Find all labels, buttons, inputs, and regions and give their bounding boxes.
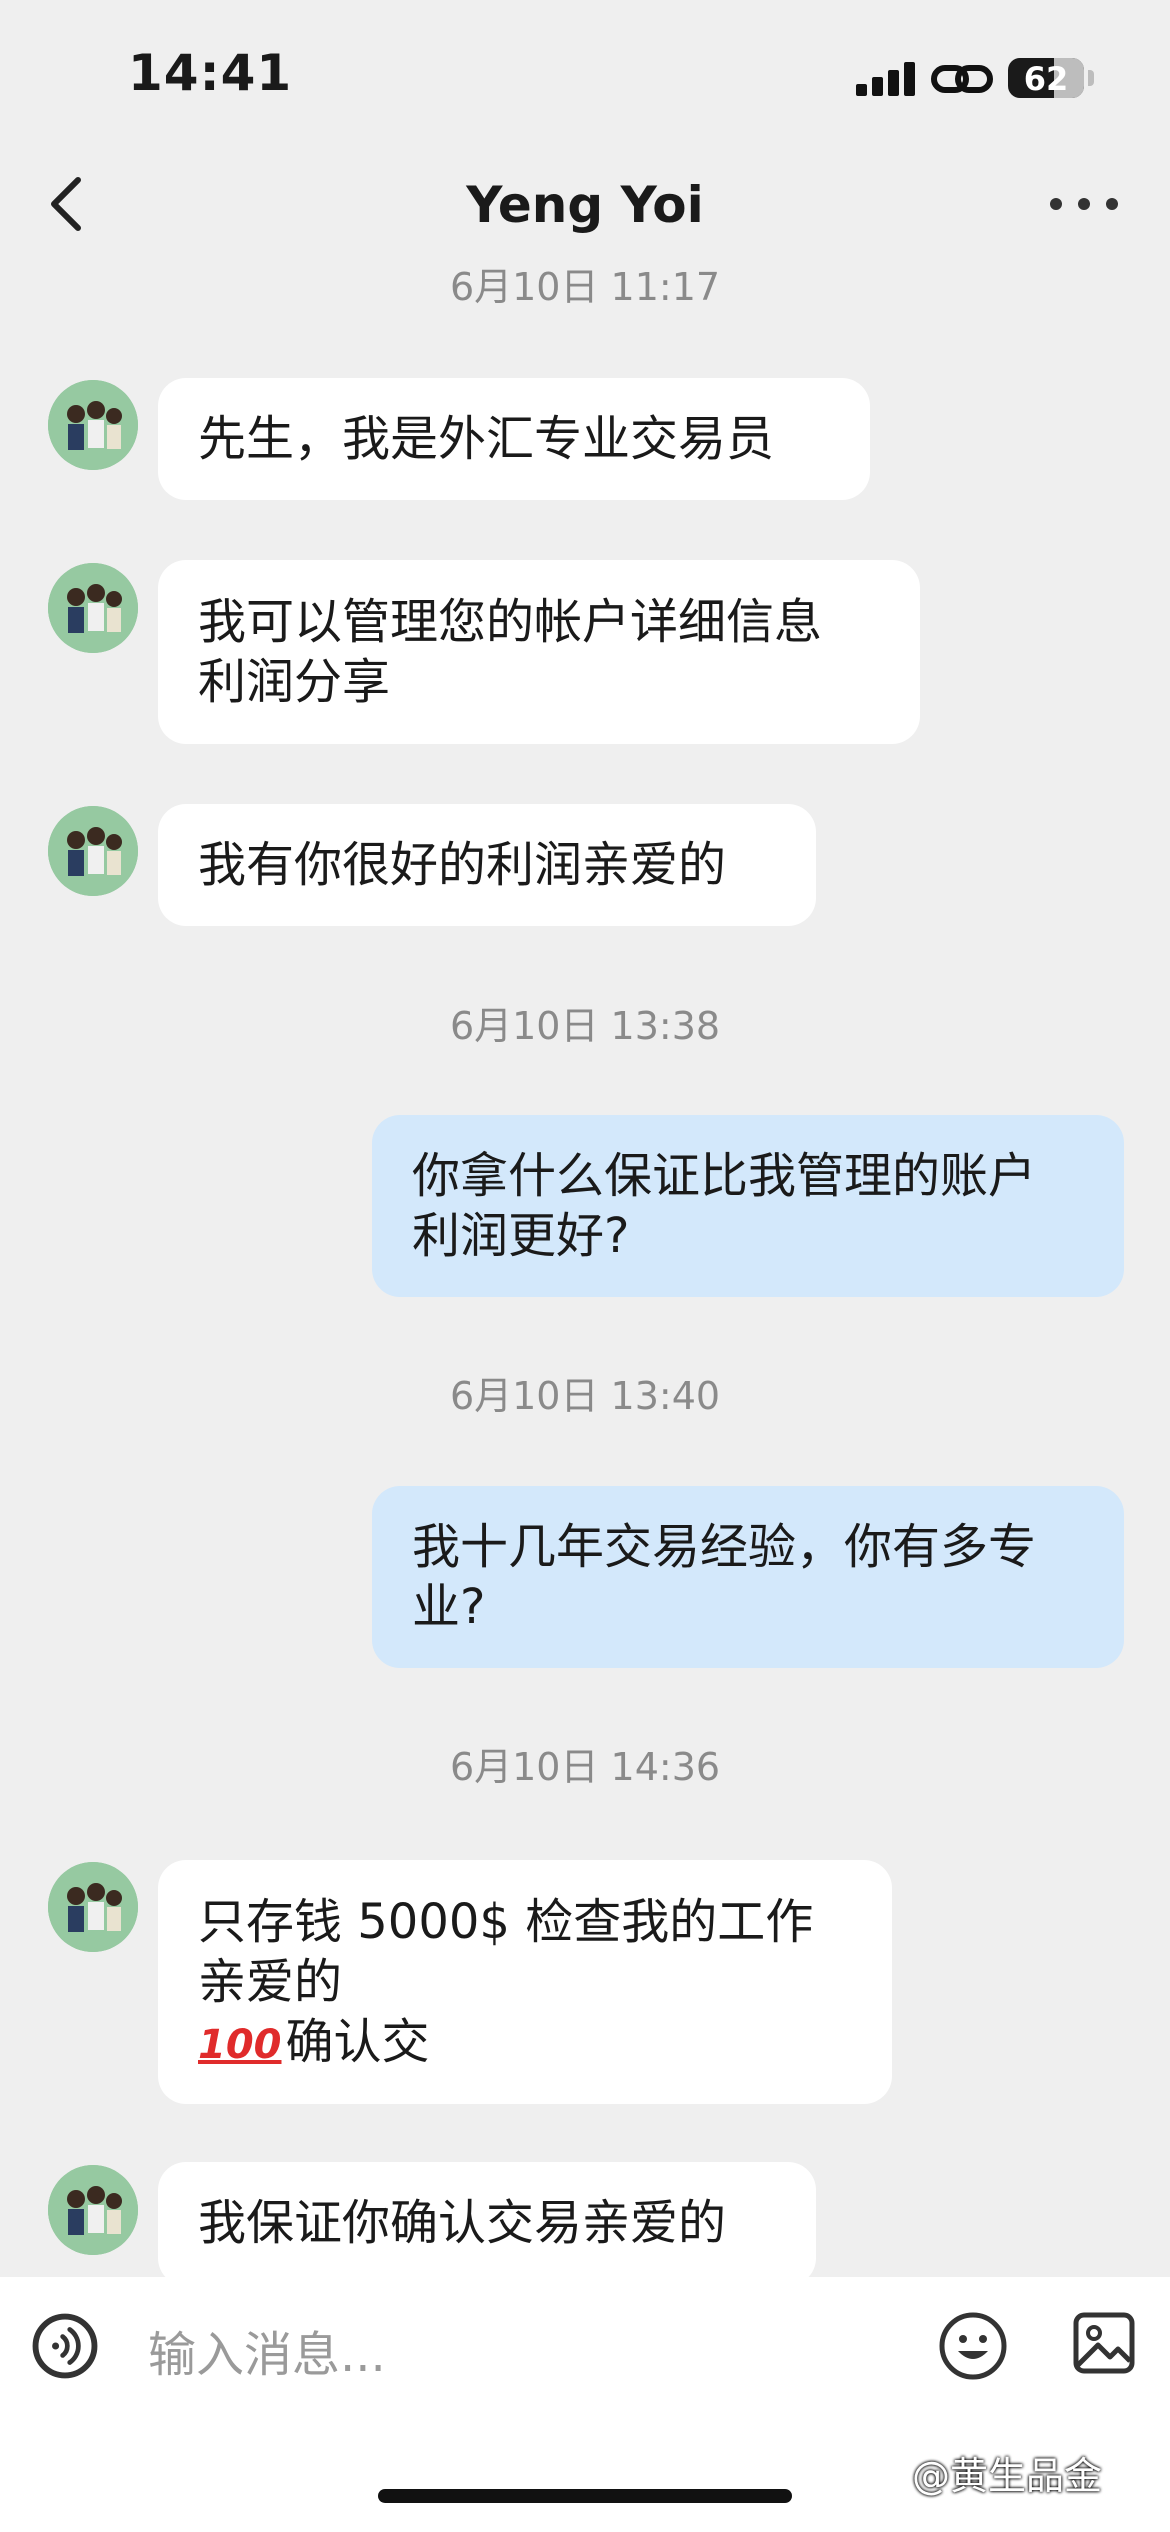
timestamp: 6月10日 14:36 [449,1745,721,1789]
more-icon[interactable] [1050,184,1120,224]
message-text: 我有你很好的利润亲爱的 [198,837,727,893]
voice-icon[interactable] [32,2313,98,2379]
message-bubble-received[interactable]: 先生，我是外汇专业交易员 [158,378,870,500]
avatar[interactable] [48,563,138,653]
link-icon [931,65,993,93]
avatar[interactable] [48,380,138,470]
message-text: 利润分享 [198,654,391,710]
status-bar: 14:41 62 [0,0,1170,150]
signal-icon [856,62,918,96]
image-icon[interactable] [1072,2311,1136,2375]
message-bubble-received[interactable]: 我保证你确认交易亲爱的 [158,2162,816,2277]
message-text: 业? [412,1579,486,1635]
message-text: 确认交 [285,2014,430,2070]
message-bubble-received[interactable]: 只存钱 5000$ 检查我的工作 亲爱的 100确认交 [158,1860,892,2104]
message-text: 只存钱 5000$ 检查我的工作 [198,1894,814,1950]
message-text: 你拿什么保证比我管理的账户 [412,1148,1037,1204]
battery-cap [1088,70,1094,86]
input-bar: 输入消息... @黄生品金 [0,2277,1170,2532]
battery-level: 62 [1023,60,1069,98]
timestamp: 6月10日 11:17 [449,265,721,309]
timestamp: 6月10日 13:40 [449,1374,721,1418]
message-text: 利润更好? [412,1208,630,1264]
message-text: 我保证你确认交易亲爱的 [198,2195,727,2251]
nav-bar: Yeng Yoi [0,150,1170,260]
message-list[interactable]: 6月10日 11:17 先生，我是外汇专业交易员 我可以管理您的帐户详细信息 利… [0,260,1170,2277]
message-bubble-sent[interactable]: 我十几年交易经验，你有多专 业? [372,1486,1124,1668]
message-text: 亲爱的 [198,1954,343,2010]
message-bubble-received[interactable]: 我可以管理您的帐户详细信息 利润分享 [158,560,920,744]
message-input[interactable]: 输入消息... [148,2315,386,2385]
emoji-icon[interactable] [938,2311,1008,2381]
timestamp: 6月10日 13:38 [449,1004,721,1048]
message-text: 我可以管理您的帐户详细信息 [198,594,823,650]
battery-icon: 62 [1008,58,1084,98]
avatar[interactable] [48,2165,138,2255]
message-text: 先生，我是外汇专业交易员 [198,411,775,467]
hundred-points-icon: 100 [198,2022,282,2068]
watermark: @黄生品金 [912,2454,1103,2498]
message-text: 我十几年交易经验，你有多专 [412,1519,1037,1575]
status-time: 14:41 [128,44,293,102]
avatar[interactable] [48,1862,138,1952]
chat-title: Yeng Yoi [466,176,704,234]
message-bubble-sent[interactable]: 你拿什么保证比我管理的账户 利润更好? [372,1115,1124,1297]
message-bubble-received[interactable]: 我有你很好的利润亲爱的 [158,804,816,926]
home-indicator [378,2489,792,2503]
avatar[interactable] [48,806,138,896]
